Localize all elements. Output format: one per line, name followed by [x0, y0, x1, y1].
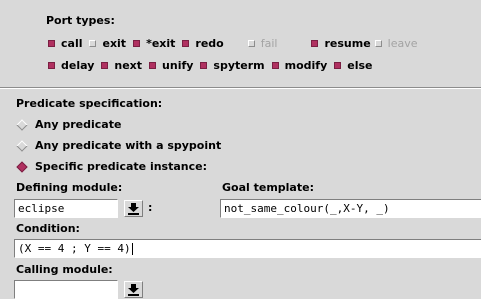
port-exit-checkbox[interactable]: exit: [89, 37, 126, 50]
calling-module-field[interactable]: [14, 280, 118, 299]
text-cursor: [131, 243, 133, 255]
checkbox-indicator: [247, 39, 255, 47]
port-else-checkbox[interactable]: else: [334, 59, 373, 72]
port-types-row-1: call exit *exit redo fail resume leave: [48, 35, 425, 51]
defining-module-menu-button[interactable]: [124, 200, 143, 217]
section-divider: [0, 87, 481, 89]
calling-module-label: Calling module:: [16, 263, 113, 276]
port-redo-checkbox[interactable]: redo: [182, 37, 224, 50]
radio-specific-predicate-instance[interactable]: Specific predicate instance:: [16, 160, 207, 173]
checkbox-indicator: [48, 39, 55, 47]
checkbox-indicator: [48, 61, 55, 69]
predicate-spec-title: Predicate specification:: [16, 97, 163, 110]
port-unify-checkbox[interactable]: unify: [149, 59, 193, 72]
condition-label: Condition:: [16, 222, 80, 235]
defining-module-field[interactable]: eclipse: [14, 199, 118, 218]
checkbox-indicator: [271, 61, 279, 69]
port-types-section: Port types: call exit *exit redo fail re…: [0, 0, 481, 87]
checkbox-indicator: [311, 39, 319, 47]
radio-any-predicate[interactable]: Any predicate: [16, 118, 121, 131]
goal-template-label: Goal template:: [222, 181, 314, 194]
port-call-checkbox[interactable]: call: [48, 37, 82, 50]
radio-indicator: [16, 160, 28, 173]
port-star-exit-checkbox[interactable]: *exit: [133, 37, 175, 50]
down-arrow-with-bar-icon: [128, 283, 139, 296]
port-spyterm-checkbox[interactable]: spyterm: [200, 59, 265, 72]
port-types-row-2: delay next unify spyterm modify else: [48, 57, 380, 73]
goal-template-field[interactable]: not_same_colour(_,X-Y, _): [220, 199, 481, 218]
port-leave-checkbox[interactable]: leave: [374, 37, 418, 50]
checkbox-indicator: [89, 39, 97, 47]
port-modify-checkbox[interactable]: modify: [271, 59, 327, 72]
checkbox-indicator: [182, 39, 190, 47]
checkbox-indicator: [101, 61, 109, 69]
checkbox-indicator: [200, 61, 208, 69]
condition-field[interactable]: (X == 4 ; Y == 4): [14, 239, 481, 258]
down-arrow-with-bar-icon: [128, 202, 139, 215]
checkbox-indicator: [374, 39, 382, 47]
radio-any-predicate-with-spypoint[interactable]: Any predicate with a spypoint: [16, 139, 221, 152]
checkbox-indicator: [334, 61, 342, 69]
radio-indicator: [16, 118, 28, 131]
checkbox-indicator: [133, 39, 141, 47]
module-colon: :: [148, 201, 153, 214]
port-delay-checkbox[interactable]: delay: [48, 59, 94, 72]
port-fail-checkbox[interactable]: fail: [247, 37, 277, 50]
calling-module-menu-button[interactable]: [124, 281, 143, 298]
defining-module-label: Defining module:: [16, 181, 123, 194]
port-resume-checkbox[interactable]: resume: [311, 37, 371, 50]
radio-indicator: [16, 139, 28, 152]
port-types-title: Port types:: [46, 14, 115, 27]
port-next-checkbox[interactable]: next: [101, 59, 142, 72]
checkbox-indicator: [149, 61, 157, 69]
